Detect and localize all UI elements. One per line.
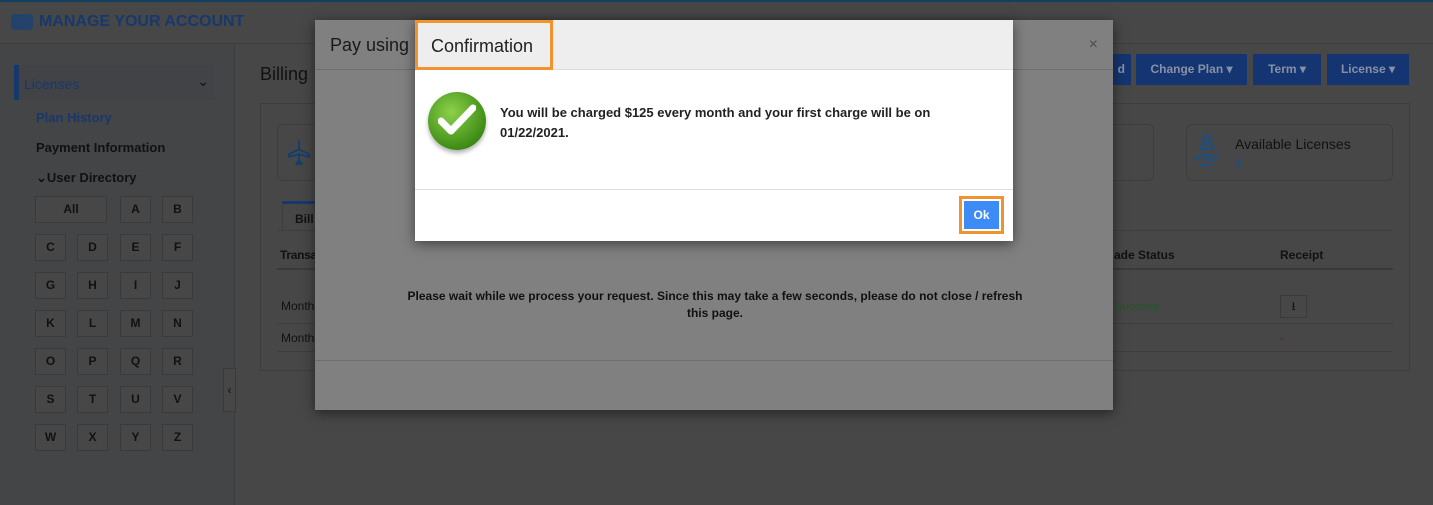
- user-directory-label: User Directory: [46, 170, 137, 185]
- license-button[interactable]: License ▾: [1327, 54, 1409, 85]
- letter-filter-u[interactable]: U: [120, 386, 151, 413]
- collapse-sidebar-button[interactable]: ‹: [223, 368, 236, 412]
- processing-message: Please wait while we process your reques…: [407, 289, 1023, 320]
- letter-filter-p[interactable]: P: [77, 348, 108, 375]
- close-icon[interactable]: ×: [1089, 36, 1098, 54]
- available-licenses-label: Available Licenses: [1235, 136, 1351, 152]
- term-button[interactable]: Term ▾: [1253, 54, 1321, 85]
- letter-filter-e[interactable]: E: [120, 234, 151, 261]
- available-licenses-card: Available Licenses 4: [1186, 124, 1393, 181]
- sidebar-payment-information[interactable]: Payment Information: [36, 140, 165, 155]
- row-2-receipt: -: [1280, 331, 1284, 345]
- available-licenses-value: 4: [1235, 156, 1242, 170]
- ok-button[interactable]: Ok: [959, 196, 1004, 234]
- letter-filter-w[interactable]: W: [35, 424, 66, 451]
- letter-filter-g[interactable]: G: [35, 272, 66, 299]
- letter-filter-d[interactable]: D: [77, 234, 108, 261]
- row-2-transaction: Month: [281, 331, 315, 345]
- check-icon: [428, 92, 486, 150]
- letter-filter-f[interactable]: F: [162, 234, 193, 261]
- row-1-transaction: Month: [281, 299, 315, 313]
- licenses-label: Licenses: [24, 76, 80, 92]
- letter-filter-z[interactable]: Z: [162, 424, 193, 451]
- sidebar-licenses[interactable]: Licenses ⌄: [14, 65, 214, 100]
- letter-filter-n[interactable]: N: [162, 310, 193, 337]
- letter-filter-k[interactable]: K: [35, 310, 66, 337]
- letter-filter-x[interactable]: X: [77, 424, 108, 451]
- download-receipt-button[interactable]: ⭳: [1280, 295, 1307, 318]
- letter-filter-b[interactable]: B: [162, 196, 193, 223]
- letter-filter-r[interactable]: R: [162, 348, 193, 375]
- letter-filter-l[interactable]: L: [77, 310, 108, 337]
- sidebar: Licenses ⌄ Plan History Payment Informati…: [0, 45, 235, 505]
- airplane-icon: [288, 140, 310, 166]
- letter-filter-m[interactable]: M: [120, 310, 151, 337]
- letter-filter-h[interactable]: H: [77, 272, 108, 299]
- change-plan-button[interactable]: Change Plan ▾: [1136, 54, 1247, 85]
- confirmation-title: Confirmation: [415, 20, 553, 70]
- letter-filter-v[interactable]: V: [162, 386, 193, 413]
- letter-filter-q[interactable]: Q: [120, 348, 151, 375]
- column-receipt: Receipt: [1280, 248, 1324, 262]
- sidebar-plan-history[interactable]: Plan History: [36, 110, 112, 125]
- letter-filter-j[interactable]: J: [162, 272, 193, 299]
- letter-filter-all[interactable]: All: [35, 196, 107, 223]
- column-upgrade-status: ade Status: [1114, 248, 1175, 262]
- letter-filter-a[interactable]: A: [120, 196, 151, 223]
- column-transaction: Transa: [280, 248, 317, 262]
- row-1-status: Success: [1114, 299, 1160, 313]
- confirmation-modal: Confirmation You will be charged $125 ev…: [415, 20, 1013, 241]
- letter-filter-t[interactable]: T: [77, 386, 108, 413]
- download-icon: ⭳: [1291, 299, 1296, 313]
- main-title: Billing: [260, 64, 309, 84]
- letter-filter-o[interactable]: O: [35, 348, 66, 375]
- sidebar-user-directory[interactable]: ⌄User Directory: [36, 170, 137, 186]
- letter-filter-c[interactable]: C: [35, 234, 66, 261]
- letter-filter-s[interactable]: S: [35, 386, 66, 413]
- chevron-down-icon: ⌄: [197, 73, 209, 89]
- letter-filter-i[interactable]: I: [120, 272, 151, 299]
- ok-label: Ok: [964, 201, 999, 229]
- letter-filter-y[interactable]: Y: [120, 424, 151, 451]
- confirmation-message: You will be charged $125 every month and…: [500, 105, 931, 140]
- page-header-title: MANAGE YOUR ACCOUNT: [39, 13, 245, 30]
- hand-user-icon: [1192, 134, 1220, 166]
- account-logo-icon: [11, 14, 33, 30]
